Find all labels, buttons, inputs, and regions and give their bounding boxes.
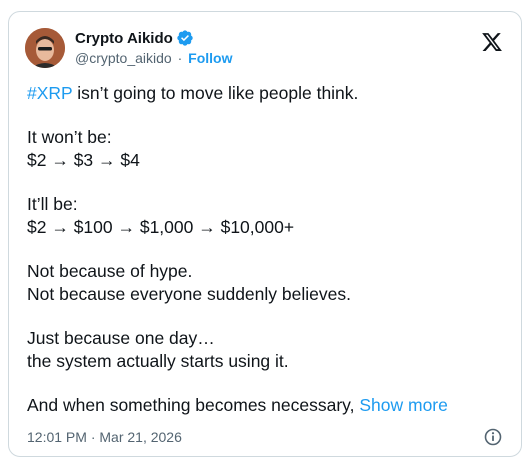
verified-badge-icon [176,29,194,47]
x-logo-icon[interactable] [481,31,503,53]
tweet-text: #XRP isn’t going to move like people thi… [27,82,507,417]
tweet-line-5: $2 → $100 → $1,000 → $10,000+ [27,217,295,237]
info-icon[interactable] [483,427,503,447]
author-name[interactable]: Crypto Aikido [75,30,173,47]
tweet-line-8: Just because one day… [27,327,215,348]
author-name-row: Crypto Aikido [75,29,194,47]
author-handle[interactable]: @crypto_aikido [75,50,172,66]
tweet-line-1-text: isn’t going to move like people think. [72,83,359,103]
tweet-line-4: It’ll be: [27,193,78,214]
tweet-line-10-text: And when something becomes necessary, [27,394,360,415]
tweet-line-9: the system actually starts using it. [27,351,289,371]
separator-dot: · [177,50,183,66]
tweet-line-1: #XRP isn’t going to move like people thi… [27,82,507,106]
author-handle-row: @crypto_aikido · Follow [75,50,232,66]
tweet-line-2: It won’t be: [27,126,112,147]
tweet-line-3: $2 → $3 → $4 [27,150,140,170]
tweet-card[interactable]: Crypto Aikido @crypto_aikido · Follow #X… [8,11,522,457]
tweet-footer: 12:01 PM · Mar 21, 2026 [27,427,507,449]
tweet-line-7: Not because everyone suddenly believes. [27,284,351,304]
timestamp-link[interactable]: 12:01 PM · Mar 21, 2026 [27,429,182,445]
follow-button[interactable]: Follow [188,50,232,66]
avatar-image [25,28,65,68]
tweet-header: Crypto Aikido @crypto_aikido · Follow [23,25,507,69]
tweet-line-6: Not because of hype. [27,260,193,281]
hashtag-link[interactable]: #XRP [27,83,72,103]
show-more-link[interactable]: Show more [359,395,448,415]
tweet-line-10: And when something becomes necessary, Sh… [27,394,507,418]
avatar[interactable] [25,28,65,68]
